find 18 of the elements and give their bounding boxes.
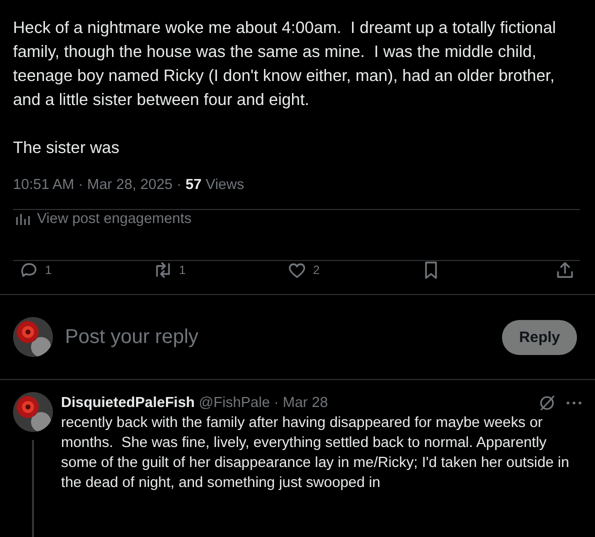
count: 1 <box>45 262 52 276</box>
post-date: · Mar 28 <box>274 395 328 411</box>
engagements-link[interactable]: View post engagements <box>37 211 192 227</box>
slashed-circle-icon[interactable] <box>538 394 556 412</box>
count: 2 <box>313 262 320 276</box>
count: 1 <box>179 262 186 276</box>
reply-text: recently back with the family after having disappeared for maybe weeks or months. She was fine, lively, everything settled back to normal. Apparently some of the guilt of her disappearance lay in me/Ricky; I'd taken her outside in the dead of night, and something just swooped in <box>61 414 570 493</box>
reply-button[interactable]: Reply <box>502 320 577 354</box>
share-icon[interactable] <box>555 260 575 280</box>
repost-icon[interactable] <box>153 260 173 280</box>
post-text: Heck of a nightmare woke me about 4:00am. I dreamt up a totally fictional family, though the house was the same as mine. I was the middle child, teenage boy named Ricky (I don't know either, man), had an older brother, and a little sister between four and eight. <box>13 18 557 111</box>
author-handle[interactable]: @FishPale <box>198 395 270 411</box>
bar-chart-icon <box>16 212 30 226</box>
more-icon[interactable] <box>566 401 582 405</box>
reply-input-field[interactable]: Post your reply <box>63 324 502 350</box>
post-timestamp: 10:51 AM · Mar 28, 2025 · 57 Views <box>13 177 246 193</box>
post-text: The sister was <box>13 138 120 159</box>
author-name[interactable]: DisquietedPaleFish <box>61 395 195 411</box>
